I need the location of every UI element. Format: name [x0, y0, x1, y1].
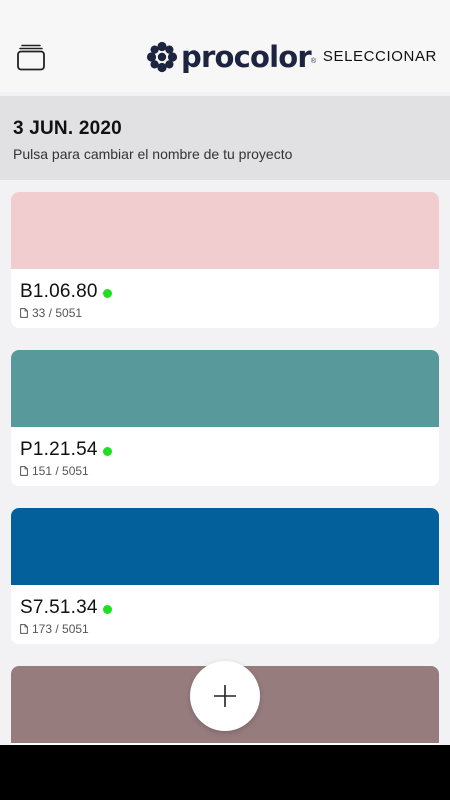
- color-card[interactable]: S7.51.34 173 / 5051: [11, 508, 439, 644]
- select-button[interactable]: SELECCIONAR: [323, 48, 437, 65]
- flower-logo-icon: [146, 41, 178, 73]
- registered-mark: ®: [310, 58, 317, 65]
- project-rename-hint: Pulsa para cambiar el nombre de tu proye…: [13, 146, 293, 162]
- color-card[interactable]: P1.21.54 151 / 5051: [11, 350, 439, 486]
- color-swatch: [11, 350, 439, 427]
- color-code: P1.21.54: [20, 439, 98, 460]
- color-swatch: [11, 192, 439, 269]
- document-icon: [20, 308, 28, 318]
- status-dot: [102, 447, 112, 456]
- add-color-button[interactable]: [190, 661, 260, 731]
- document-icon: [20, 624, 28, 634]
- color-code: S7.51.34: [20, 597, 98, 618]
- app-header: procolor ® SELECCIONAR: [0, 0, 450, 92]
- status-dot: [102, 605, 112, 614]
- color-card[interactable]: B1.06.80 33 / 5051: [11, 192, 439, 328]
- color-code: B1.06.80: [20, 281, 98, 302]
- project-date: 3 JUN. 2020: [13, 118, 122, 139]
- stack-icon[interactable]: [16, 42, 46, 72]
- logo-text: procolor: [181, 40, 312, 74]
- page-reference: 173 / 5051: [32, 622, 89, 636]
- system-navigation-bar: [0, 745, 450, 800]
- plus-icon: [214, 685, 236, 707]
- status-dot: [102, 289, 112, 298]
- procolor-logo: procolor ®: [146, 38, 316, 76]
- color-swatch: [11, 508, 439, 585]
- page-reference: 33 / 5051: [32, 306, 83, 320]
- project-title-banner[interactable]: 3 JUN. 2020 Pulsa para cambiar el nombre…: [0, 96, 450, 180]
- page-reference: 151 / 5051: [32, 464, 89, 478]
- document-icon: [20, 466, 28, 476]
